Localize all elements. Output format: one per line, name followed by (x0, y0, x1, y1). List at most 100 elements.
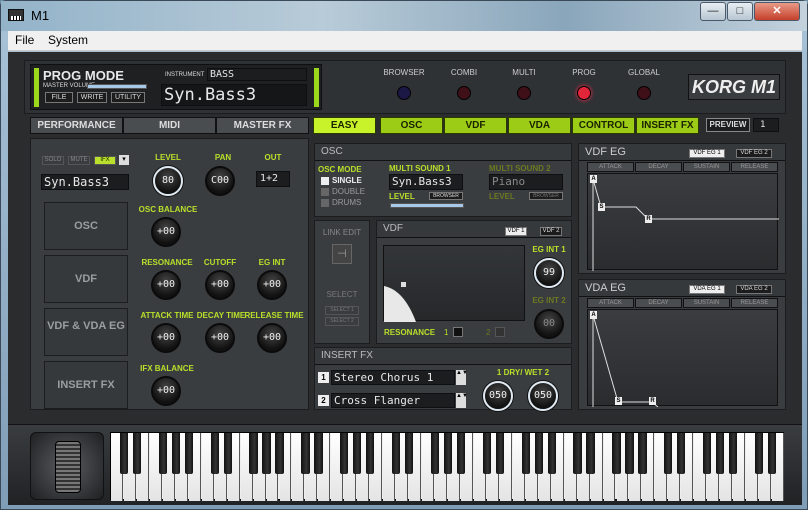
part-name[interactable]: Syn.Bass3 (41, 174, 129, 190)
vdf-eg-1-button[interactable]: VDF EG 1 (689, 149, 725, 158)
preview-select[interactable]: 1 (753, 118, 779, 132)
wheel-icon[interactable] (55, 441, 81, 493)
tab-vda[interactable]: VDA (508, 117, 571, 134)
menu-file[interactable]: File (15, 33, 34, 47)
tab-vdf[interactable]: VDF (444, 117, 507, 134)
black-key[interactable] (119, 433, 129, 474)
black-key[interactable] (664, 433, 673, 474)
black-key[interactable] (404, 433, 414, 474)
vda-eg-point-s[interactable]: S (615, 397, 622, 405)
black-key[interactable] (482, 433, 492, 474)
black-key[interactable] (158, 433, 167, 474)
black-key[interactable] (677, 433, 686, 474)
maximize-button[interactable]: □ (727, 2, 753, 21)
black-key[interactable] (547, 433, 556, 474)
decay-time-knob[interactable]: +00 (205, 323, 235, 353)
title-bar[interactable] (1, 1, 807, 31)
vdf-eg-display[interactable]: A S R (587, 173, 779, 271)
black-key[interactable] (625, 433, 634, 474)
tab-master-fx[interactable]: MASTER FX (216, 117, 309, 134)
vdf-eg-point-s[interactable]: S (598, 203, 605, 211)
menu-system[interactable]: System (48, 33, 88, 47)
single-checkbox[interactable] (321, 177, 329, 185)
multi-button[interactable] (517, 86, 531, 100)
tab-osc[interactable]: OSC (380, 117, 443, 134)
black-key[interactable] (767, 433, 777, 474)
minimize-button[interactable]: — (700, 2, 726, 21)
multi-sound-2-select[interactable]: Piano (489, 174, 563, 190)
link-icon[interactable]: ⊣ (332, 244, 352, 264)
black-key[interactable] (729, 433, 738, 474)
global-button[interactable] (637, 86, 651, 100)
black-key[interactable] (638, 433, 647, 474)
vda-eg-point-a[interactable]: A (590, 311, 597, 319)
solo-button[interactable]: SOLO (42, 156, 64, 165)
browser-2-button[interactable]: BROWSER (529, 192, 563, 200)
black-key[interactable] (430, 433, 440, 474)
program-name[interactable]: Syn.Bass3 (161, 84, 307, 106)
combi-button[interactable] (457, 86, 471, 100)
pitch-mod-wheel[interactable] (30, 432, 104, 500)
eg-int-knob[interactable]: +00 (257, 270, 287, 300)
tab-performance[interactable]: PERFORMANCE (30, 117, 123, 134)
black-key[interactable] (392, 433, 401, 474)
vda-eg-2-button[interactable]: VDA EG 2 (736, 285, 772, 294)
black-key[interactable] (456, 433, 466, 474)
browser-1-button[interactable]: BROWSER (429, 192, 463, 200)
vdf-cutoff-point[interactable] (401, 282, 406, 287)
black-key[interactable] (612, 433, 621, 474)
black-key[interactable] (340, 433, 349, 474)
vdf-2-button[interactable]: VDF 2 (540, 227, 562, 236)
cutoff-knob[interactable]: +00 (205, 270, 235, 300)
fx-2-select[interactable]: Cross Flanger (331, 393, 455, 408)
black-key[interactable] (353, 433, 362, 474)
vda-eg-1-button[interactable]: VDA EG 1 (689, 285, 725, 294)
prog-button[interactable] (577, 86, 591, 100)
fx-2-stepper[interactable]: ▲▼ (456, 393, 468, 408)
black-key[interactable] (521, 433, 530, 474)
black-key[interactable] (314, 433, 323, 474)
black-key[interactable] (366, 433, 375, 474)
vdf-eg-point-r[interactable]: R (645, 215, 652, 223)
mute-button[interactable]: MUTE (68, 156, 90, 165)
resonance-knob[interactable]: +00 (151, 270, 181, 300)
dry-wet-2-knob[interactable]: 050 (528, 381, 558, 411)
multi-sound-1-select[interactable]: Syn.Bass3 (389, 174, 463, 190)
instrument-category[interactable]: BASS (207, 68, 307, 81)
black-key[interactable] (210, 433, 219, 474)
double-checkbox[interactable] (321, 188, 329, 196)
out-select[interactable]: 1+2 (256, 171, 290, 187)
level-knob[interactable]: 80 (153, 166, 183, 196)
release-time-knob[interactable]: +00 (257, 323, 287, 353)
eg-int-1-knob[interactable]: 99 (534, 258, 564, 288)
vdf-1-button[interactable]: VDF 1 (505, 227, 527, 236)
osc-balance-knob[interactable]: +00 (151, 217, 181, 247)
ifx-balance-knob[interactable]: +00 (151, 376, 181, 406)
black-key[interactable] (301, 433, 310, 474)
tab-control[interactable]: CONTROL (572, 117, 635, 134)
black-key[interactable] (275, 433, 284, 474)
black-key[interactable] (495, 433, 504, 474)
chevron-down-icon[interactable]: ▾ (119, 155, 129, 165)
tab-midi[interactable]: MIDI (123, 117, 216, 134)
black-key[interactable] (703, 433, 712, 474)
vdf-eg-point-a[interactable]: A (590, 175, 597, 183)
fx-1-stepper[interactable]: ▲▼ (456, 370, 468, 385)
tab-insert-fx[interactable]: INSERT FX (636, 117, 699, 134)
vdf-curve-display[interactable] (383, 245, 525, 322)
piano-keyboard[interactable] (110, 432, 784, 501)
vda-eg-point-r[interactable]: R (649, 397, 656, 405)
utility-button[interactable]: UTILITY (111, 92, 145, 103)
black-key[interactable] (573, 433, 582, 474)
black-key[interactable] (171, 433, 180, 474)
preview-button[interactable]: PREVIEW (706, 118, 750, 132)
black-key[interactable] (132, 433, 142, 474)
black-key[interactable] (249, 433, 258, 474)
black-key[interactable] (586, 433, 595, 474)
file-button[interactable]: FILE (45, 92, 73, 103)
fx-1-select[interactable]: Stereo Chorus 1 (331, 370, 455, 385)
write-button[interactable]: WRITE (77, 92, 107, 103)
black-key[interactable] (754, 433, 764, 474)
black-key[interactable] (262, 433, 271, 474)
black-key[interactable] (443, 433, 453, 474)
